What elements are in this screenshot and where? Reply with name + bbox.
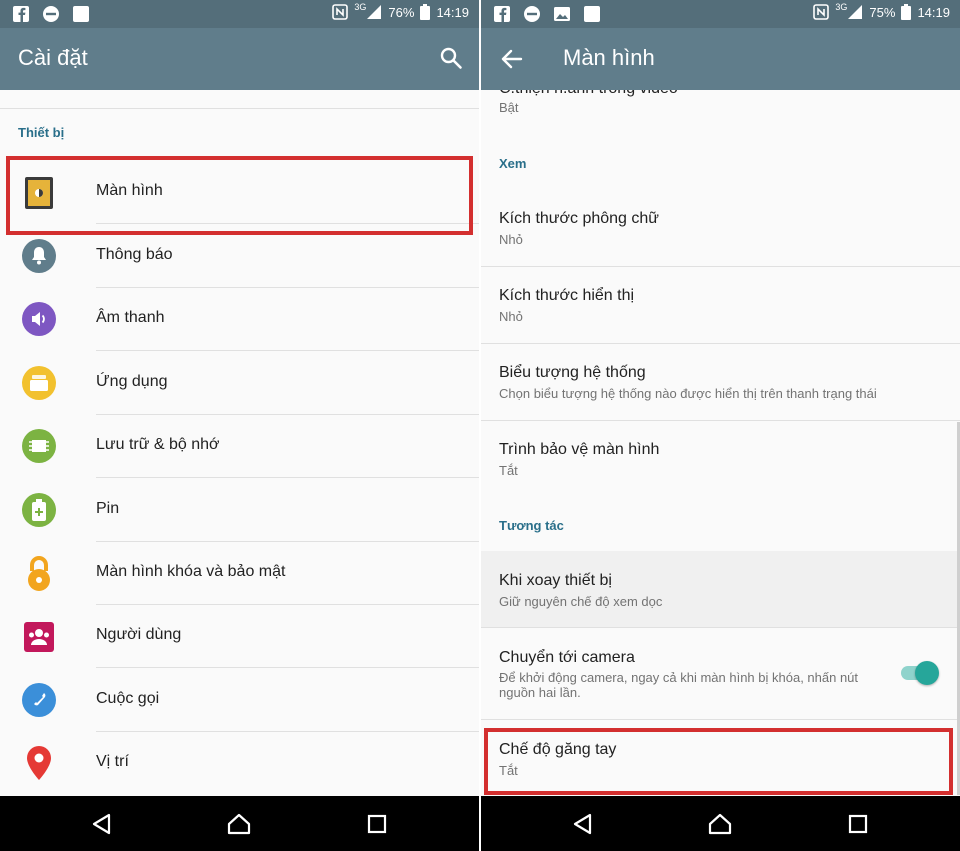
battery-icon <box>901 4 912 20</box>
setting-subtitle: Giữ nguyên chế độ xem dọc <box>499 594 663 609</box>
settings-item-calls[interactable]: Cuộc gọi <box>0 669 479 732</box>
nfc-icon <box>813 4 830 20</box>
divider <box>481 719 960 720</box>
setting-jump-to-camera[interactable]: Chuyển tới camera Để khởi động camera, n… <box>481 628 960 720</box>
camera-toggle[interactable] <box>901 661 939 685</box>
home-nav-icon[interactable] <box>227 812 251 836</box>
navigation-bar <box>0 796 479 851</box>
setting-subtitle: Để khởi động camera, ngay cả khi màn hìn… <box>499 670 859 685</box>
setting-title: Khi xoay thiết bị <box>499 572 612 589</box>
page-title: Màn hình <box>563 45 655 70</box>
setting-subtitle: Chọn biểu tượng hệ thống nào được hiển t… <box>499 386 877 401</box>
setting-title: Trình bảo vệ màn hình <box>499 441 660 458</box>
settings-item-label: Pin <box>96 500 120 517</box>
back-nav-icon[interactable] <box>571 812 595 836</box>
lock-icon <box>22 556 56 591</box>
section-header-view: Xem <box>499 156 527 171</box>
do-not-disturb-icon <box>524 6 540 22</box>
setting-font-size[interactable]: Kích thước phông chữ Nhỏ <box>481 190 960 267</box>
divider <box>96 667 479 668</box>
settings-item-storage[interactable]: Lưu trữ & bộ nhớ <box>0 415 479 478</box>
speaker-icon <box>22 302 56 336</box>
setting-subtitle: Nhỏ <box>499 232 523 247</box>
location-icon <box>22 746 56 780</box>
status-bar: 3G 75% 14:19 <box>481 0 960 28</box>
highlight-box <box>484 728 953 795</box>
home-nav-icon[interactable] <box>708 812 732 836</box>
settings-item-label: Lưu trữ & bộ nhớ <box>96 436 220 453</box>
battery-percent: 75% <box>869 4 896 20</box>
setting-subtitle: Tắt <box>499 463 518 478</box>
do-not-disturb-icon <box>43 6 59 22</box>
phone-icon <box>22 683 56 717</box>
back-arrow-icon[interactable] <box>499 46 525 72</box>
setting-subtitle: Nhỏ <box>499 309 523 324</box>
recents-nav-icon[interactable] <box>846 812 870 836</box>
settings-item-apps[interactable]: Ứng dụng <box>0 352 479 415</box>
navigation-bar <box>481 796 960 851</box>
setting-video-enhance[interactable]: C.thiện h.ảnh trong video Bật <box>481 90 960 138</box>
status-bar: 3G 76% 14:19 <box>0 0 479 28</box>
page-title: Cài đặt <box>18 45 88 70</box>
setting-system-icons[interactable]: Biểu tượng hệ thống Chọn biểu tượng hệ t… <box>481 344 960 421</box>
storage-icon <box>22 429 56 463</box>
settings-item-users[interactable]: Người dùng <box>0 605 479 668</box>
display-settings-screen: 3G 75% 14:19 Màn hình C.thiện h.ảnh tron… <box>481 0 960 851</box>
settings-item-location[interactable]: Vị trí <box>0 732 479 795</box>
setting-subtitle: Bật <box>499 100 519 115</box>
setting-title: Biểu tượng hệ thống <box>499 364 646 381</box>
setting-subtitle: nguồn hai lần. <box>499 685 581 700</box>
settings-item-battery[interactable]: Pin <box>0 479 479 542</box>
highlight-box <box>6 156 473 235</box>
section-header-interaction: Tương tác <box>499 518 564 533</box>
setting-title: Kích thước hiển thị <box>499 287 635 304</box>
apps-icon <box>22 366 56 400</box>
facebook-icon <box>494 6 510 23</box>
divider <box>0 108 479 109</box>
setting-screensaver[interactable]: Trình bảo vệ màn hình Tắt <box>481 421 960 498</box>
battery-icon <box>22 493 56 527</box>
settings-item-label: Âm thanh <box>96 309 165 326</box>
nfc-icon <box>332 4 349 20</box>
notification-box-icon <box>73 6 89 22</box>
app-bar: Cài đặt <box>0 28 479 90</box>
display-settings-list: C.thiện h.ảnh trong video Bật Xem Kích t… <box>481 90 960 796</box>
bell-icon <box>22 239 56 273</box>
notification-box-icon <box>584 6 600 22</box>
image-icon <box>554 7 570 21</box>
app-bar: Màn hình <box>481 28 960 90</box>
battery-icon <box>420 4 431 20</box>
signal-icon <box>848 5 863 19</box>
setting-title: Kích thước phông chữ <box>499 210 659 227</box>
setting-title: Chuyển tới camera <box>499 649 635 666</box>
network-type: 3G <box>835 2 848 12</box>
section-header-device: Thiết bị <box>18 125 65 140</box>
settings-item-label: Thông báo <box>96 246 173 263</box>
settings-item-label: Ứng dụng <box>96 373 168 390</box>
search-icon[interactable] <box>439 46 463 70</box>
setting-title: C.thiện h.ảnh trong video <box>499 90 678 98</box>
back-nav-icon[interactable] <box>90 812 114 836</box>
network-type: 3G <box>354 2 367 12</box>
divider <box>96 350 479 351</box>
settings-item-label: Người dùng <box>96 626 182 643</box>
setting-rotation[interactable]: Khi xoay thiết bị Giữ nguyên chế độ xem … <box>481 551 960 628</box>
settings-item-label: Cuộc gọi <box>96 690 160 707</box>
settings-list: Thiết bị Màn hình Thông báo Âm thanh Ứng… <box>0 90 479 796</box>
settings-item-label: Vị trí <box>96 753 129 770</box>
settings-item-sound[interactable]: Âm thanh <box>0 288 479 351</box>
users-icon <box>24 622 54 652</box>
clock: 14:19 <box>917 4 950 20</box>
settings-item-label: Màn hình khóa và bảo mật <box>96 563 286 580</box>
settings-item-lock-security[interactable]: Màn hình khóa và bảo mật <box>0 542 479 605</box>
setting-display-size[interactable]: Kích thước hiển thị Nhỏ <box>481 267 960 344</box>
settings-screen: 3G 76% 14:19 Cài đặt Thiết bị Màn hình T… <box>0 0 479 851</box>
facebook-icon <box>13 6 29 23</box>
signal-icon <box>367 5 382 19</box>
clock: 14:19 <box>436 4 469 20</box>
divider <box>96 477 479 478</box>
battery-percent: 76% <box>388 4 415 20</box>
recents-nav-icon[interactable] <box>365 812 389 836</box>
